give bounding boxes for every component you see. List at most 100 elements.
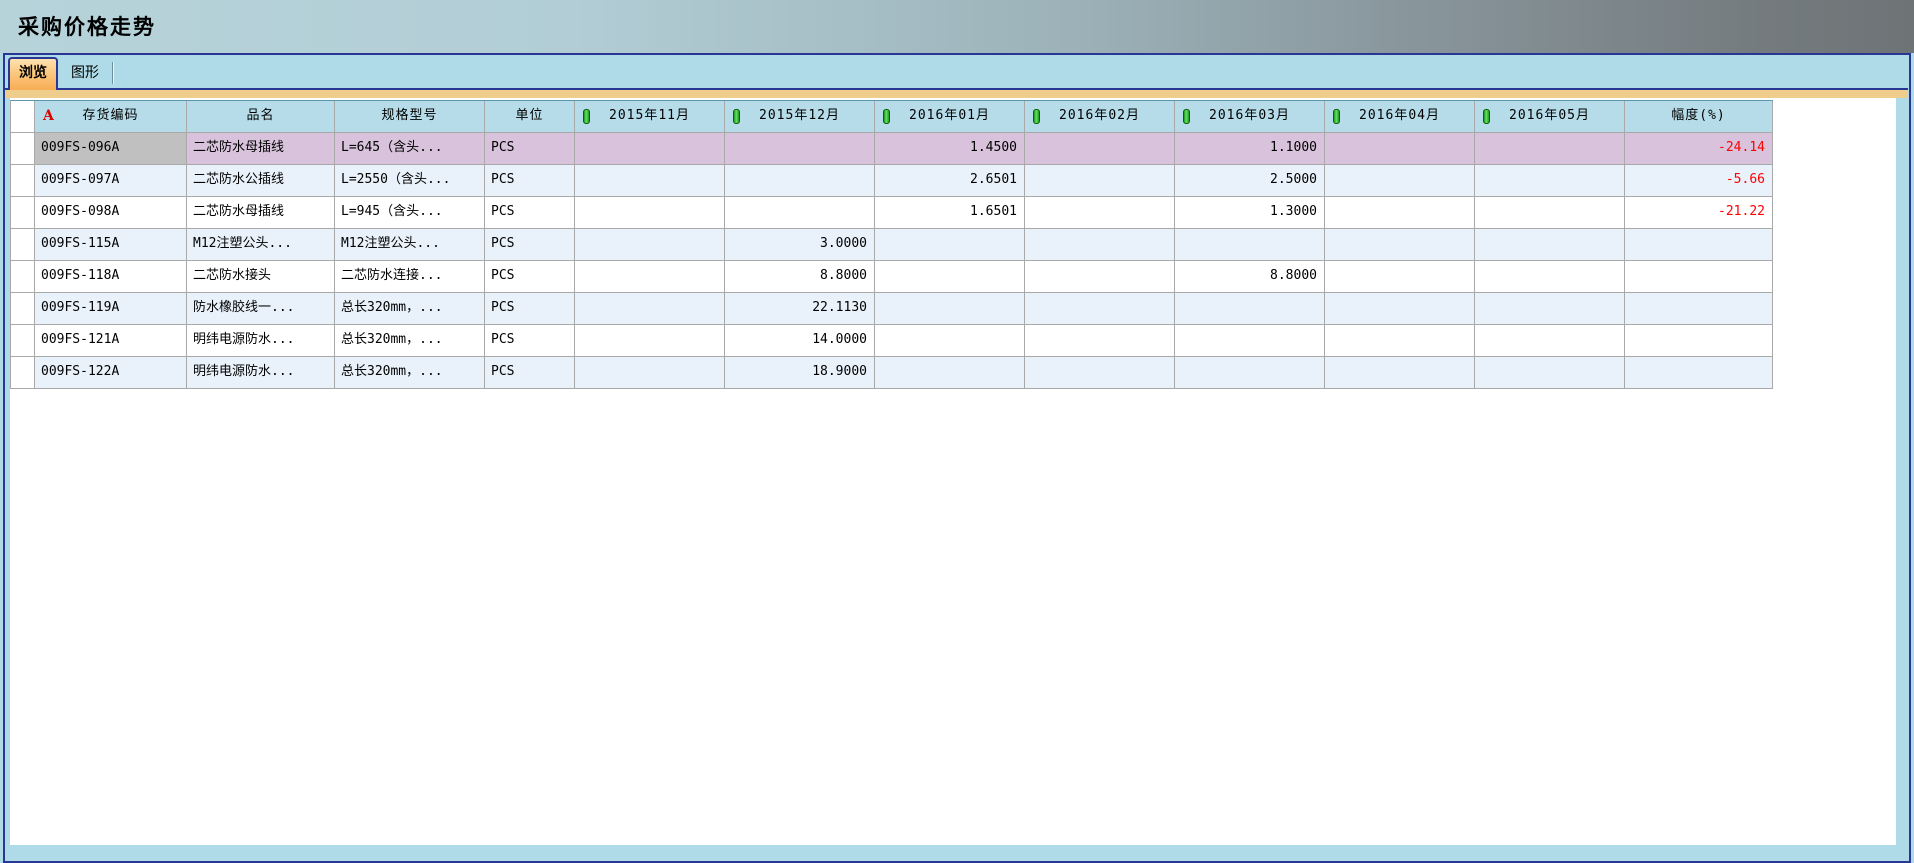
col-header-m2015_11[interactable]: 2015年11月 (575, 101, 725, 133)
cell-range[interactable]: -24.14 (1625, 133, 1773, 165)
cell-spec[interactable]: M12注塑公头... (335, 229, 485, 261)
cell-m2016_05[interactable] (1475, 229, 1625, 261)
cell-code[interactable]: 009FS-098A (35, 197, 187, 229)
cell-unit[interactable]: PCS (485, 261, 575, 293)
cell-spec[interactable]: 总长320mm，... (335, 293, 485, 325)
cell-m2015_11[interactable] (575, 197, 725, 229)
cell-spec[interactable]: L=945（含头... (335, 197, 485, 229)
col-header-spec[interactable]: 规格型号 (335, 101, 485, 133)
cell-code[interactable]: 009FS-121A (35, 325, 187, 357)
cell-m2015_11[interactable] (575, 357, 725, 389)
row-selector[interactable] (11, 261, 35, 293)
cell-range[interactable]: -21.22 (1625, 197, 1773, 229)
cell-spec[interactable]: L=2550（含头... (335, 165, 485, 197)
cell-spec[interactable]: L=645（含头... (335, 133, 485, 165)
cell-m2016_04[interactable] (1325, 165, 1475, 197)
cell-m2016_04[interactable] (1325, 325, 1475, 357)
cell-m2016_05[interactable] (1475, 133, 1625, 165)
cell-m2016_04[interactable] (1325, 357, 1475, 389)
cell-code[interactable]: 009FS-122A (35, 357, 187, 389)
cell-m2016_02[interactable] (1025, 133, 1175, 165)
cell-m2015_12[interactable] (725, 165, 875, 197)
cell-spec[interactable]: 总长320mm，... (335, 357, 485, 389)
row-selector[interactable] (11, 133, 35, 165)
row-selector[interactable] (11, 165, 35, 197)
cell-code[interactable]: 009FS-097A (35, 165, 187, 197)
cell-m2016_01[interactable]: 1.6501 (875, 197, 1025, 229)
row-selector[interactable] (11, 197, 35, 229)
cell-range[interactable] (1625, 229, 1773, 261)
cell-range[interactable] (1625, 293, 1773, 325)
cell-m2016_01[interactable] (875, 325, 1025, 357)
cell-m2016_02[interactable] (1025, 197, 1175, 229)
col-header-m2015_12[interactable]: 2015年12月 (725, 101, 875, 133)
cell-m2016_01[interactable]: 2.6501 (875, 165, 1025, 197)
cell-name[interactable]: 明纬电源防水... (187, 325, 335, 357)
col-header-code[interactable]: A存货编码 (35, 101, 187, 133)
cell-m2016_04[interactable] (1325, 197, 1475, 229)
cell-m2016_01[interactable] (875, 293, 1025, 325)
cell-unit[interactable]: PCS (485, 197, 575, 229)
row-selector[interactable] (11, 229, 35, 261)
cell-name[interactable]: 二芯防水母插线 (187, 197, 335, 229)
cell-code[interactable]: 009FS-115A (35, 229, 187, 261)
cell-m2016_01[interactable]: 1.4500 (875, 133, 1025, 165)
col-header-unit[interactable]: 单位 (485, 101, 575, 133)
cell-m2016_03[interactable]: 1.3000 (1175, 197, 1325, 229)
cell-unit[interactable]: PCS (485, 133, 575, 165)
cell-unit[interactable]: PCS (485, 165, 575, 197)
col-header-m2016_03[interactable]: 2016年03月 (1175, 101, 1325, 133)
cell-m2016_05[interactable] (1475, 197, 1625, 229)
cell-unit[interactable]: PCS (485, 293, 575, 325)
tab-graph[interactable]: 图形 (62, 60, 108, 88)
row-selector[interactable] (11, 325, 35, 357)
cell-m2016_05[interactable] (1475, 293, 1625, 325)
cell-code[interactable]: 009FS-118A (35, 261, 187, 293)
cell-m2015_11[interactable] (575, 229, 725, 261)
col-header-m2016_04[interactable]: 2016年04月 (1325, 101, 1475, 133)
cell-m2016_01[interactable] (875, 229, 1025, 261)
cell-spec[interactable]: 总长320mm，... (335, 325, 485, 357)
cell-unit[interactable]: PCS (485, 357, 575, 389)
cell-name[interactable]: 防水橡胶线一... (187, 293, 335, 325)
cell-spec[interactable]: 二芯防水连接... (335, 261, 485, 293)
cell-m2016_03[interactable] (1175, 229, 1325, 261)
col-header-m2016_01[interactable]: 2016年01月 (875, 101, 1025, 133)
cell-name[interactable]: 二芯防水母插线 (187, 133, 335, 165)
cell-m2015_11[interactable] (575, 261, 725, 293)
cell-range[interactable] (1625, 357, 1773, 389)
cell-m2016_01[interactable] (875, 357, 1025, 389)
cell-range[interactable] (1625, 325, 1773, 357)
col-header-name[interactable]: 品名 (187, 101, 335, 133)
cell-m2016_04[interactable] (1325, 133, 1475, 165)
cell-m2016_03[interactable] (1175, 325, 1325, 357)
col-header-m2016_05[interactable]: 2016年05月 (1475, 101, 1625, 133)
cell-m2016_05[interactable] (1475, 165, 1625, 197)
cell-m2016_02[interactable] (1025, 261, 1175, 293)
cell-m2015_12[interactable]: 22.1130 (725, 293, 875, 325)
cell-range[interactable] (1625, 261, 1773, 293)
cell-m2016_02[interactable] (1025, 325, 1175, 357)
col-header-m2016_02[interactable]: 2016年02月 (1025, 101, 1175, 133)
row-selector[interactable] (11, 293, 35, 325)
cell-name[interactable]: 二芯防水接头 (187, 261, 335, 293)
cell-name[interactable]: 明纬电源防水... (187, 357, 335, 389)
cell-code[interactable]: 009FS-096A (35, 133, 187, 165)
cell-m2015_12[interactable]: 8.8000 (725, 261, 875, 293)
cell-m2016_02[interactable] (1025, 357, 1175, 389)
cell-m2016_03[interactable]: 1.1000 (1175, 133, 1325, 165)
cell-m2015_12[interactable]: 14.0000 (725, 325, 875, 357)
cell-m2016_01[interactable] (875, 261, 1025, 293)
cell-m2016_04[interactable] (1325, 229, 1475, 261)
cell-unit[interactable]: PCS (485, 325, 575, 357)
cell-m2016_03[interactable]: 8.8000 (1175, 261, 1325, 293)
cell-m2015_12[interactable]: 18.9000 (725, 357, 875, 389)
cell-m2016_05[interactable] (1475, 325, 1625, 357)
cell-m2016_02[interactable] (1025, 229, 1175, 261)
cell-m2015_11[interactable] (575, 293, 725, 325)
tab-browse[interactable]: 浏览 (8, 57, 58, 90)
cell-m2015_11[interactable] (575, 133, 725, 165)
cell-m2015_12[interactable]: 3.0000 (725, 229, 875, 261)
cell-m2016_03[interactable] (1175, 293, 1325, 325)
cell-m2016_05[interactable] (1475, 261, 1625, 293)
